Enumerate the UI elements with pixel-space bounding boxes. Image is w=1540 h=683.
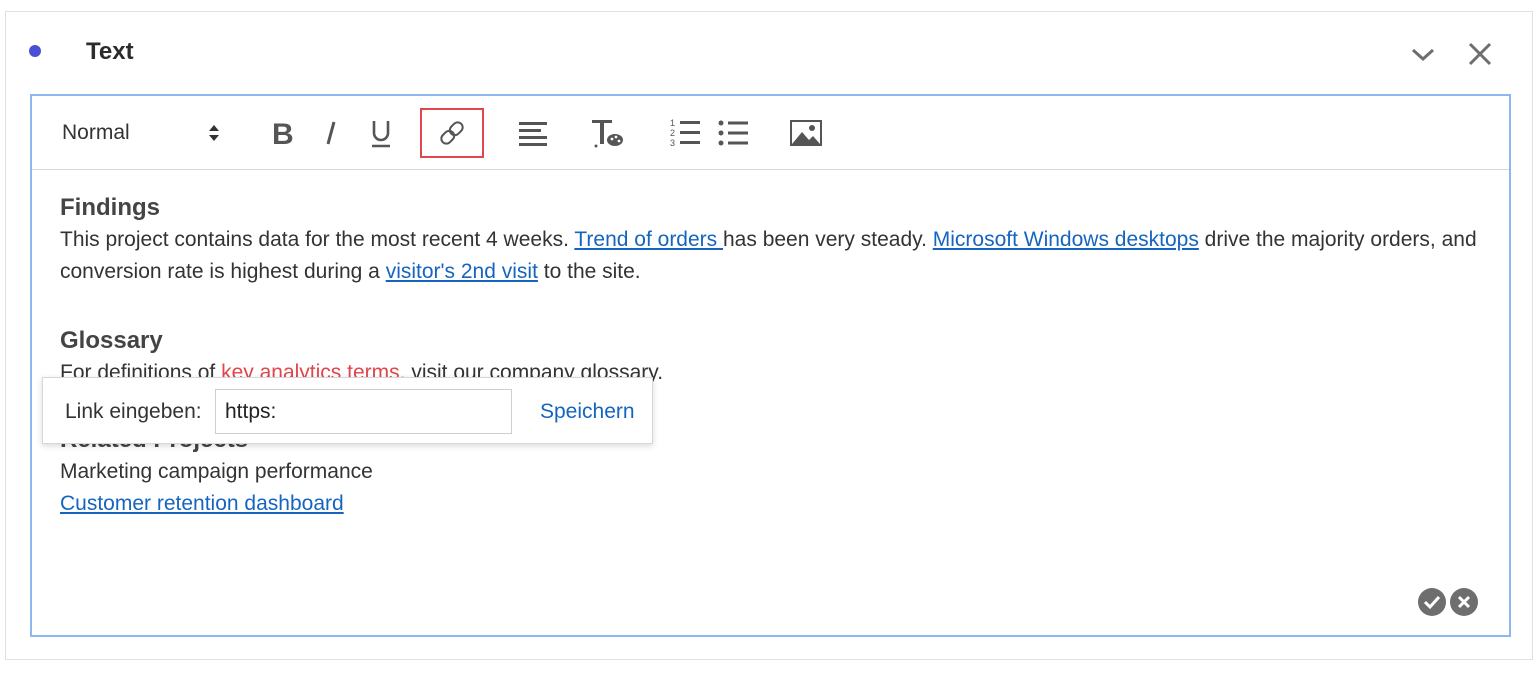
confirm-button[interactable] [1418,588,1446,616]
svg-text:2: 2 [670,128,675,138]
trend-of-orders-link[interactable]: Trend of orders [574,228,723,251]
windows-desktops-link[interactable]: Microsoft Windows desktops [933,228,1199,251]
link-url-input[interactable] [215,389,512,434]
findings-text-1: This project contains data for the most … [60,228,575,251]
chevron-down-icon [1411,48,1435,62]
text-color-icon [592,120,623,148]
text-color-button[interactable] [588,111,626,155]
ordered-list-icon: 1 2 3 [670,118,700,148]
related-item-1: Marketing campaign performance [60,460,373,483]
link-icon [440,121,464,145]
svg-text:B: B [272,119,294,147]
related-item-2-link[interactable]: Customer retention dashboard [60,492,344,515]
link-button[interactable] [420,108,484,158]
cancel-button[interactable] [1450,588,1478,616]
select-arrows-icon [209,125,219,141]
paragraph-style-value: Normal [62,121,130,144]
align-icon [519,122,547,146]
underline-icon [372,121,390,148]
collapse-button[interactable] [1408,39,1438,69]
ordered-list-button[interactable]: 1 2 3 [666,111,704,155]
findings-paragraph: This project contains data for the most … [60,224,1480,288]
bold-icon: B [272,119,294,147]
findings-text-4: to the site. [537,260,641,283]
italic-icon [326,121,336,145]
second-visit-link[interactable]: visitor's 2nd visit [386,260,538,283]
status-dot [29,45,41,57]
close-panel-button[interactable] [1465,39,1495,69]
x-circle-icon [1450,588,1478,616]
bullet-list-icon [718,120,748,146]
close-icon [1468,42,1492,66]
italic-button[interactable] [318,111,344,155]
bullet-list-button[interactable] [716,111,750,155]
panel-title: Text [86,38,134,65]
link-input-label: Link eingeben: [65,400,202,423]
underline-button[interactable] [366,111,396,155]
image-icon [790,120,822,146]
image-button[interactable] [788,111,824,155]
rich-text-editor[interactable]: Normal B 1 2 3 Findings This project con… [30,94,1511,637]
link-popover: Link eingeben: Speichern [42,377,653,444]
align-button[interactable] [516,111,550,155]
check-circle-icon [1418,588,1446,616]
paragraph-style-select[interactable]: Normal [62,116,224,150]
glossary-heading: Glossary [60,327,163,354]
bold-button[interactable]: B [266,111,300,155]
svg-text:1: 1 [670,118,675,128]
svg-text:3: 3 [670,138,675,148]
editor-toolbar: Normal B 1 2 3 [32,96,1509,170]
save-link-button[interactable]: Speichern [540,400,635,424]
findings-text-2: has been very steady. [723,228,933,251]
findings-section: Findings This project contains data for … [60,192,1480,288]
findings-heading: Findings [60,194,160,221]
